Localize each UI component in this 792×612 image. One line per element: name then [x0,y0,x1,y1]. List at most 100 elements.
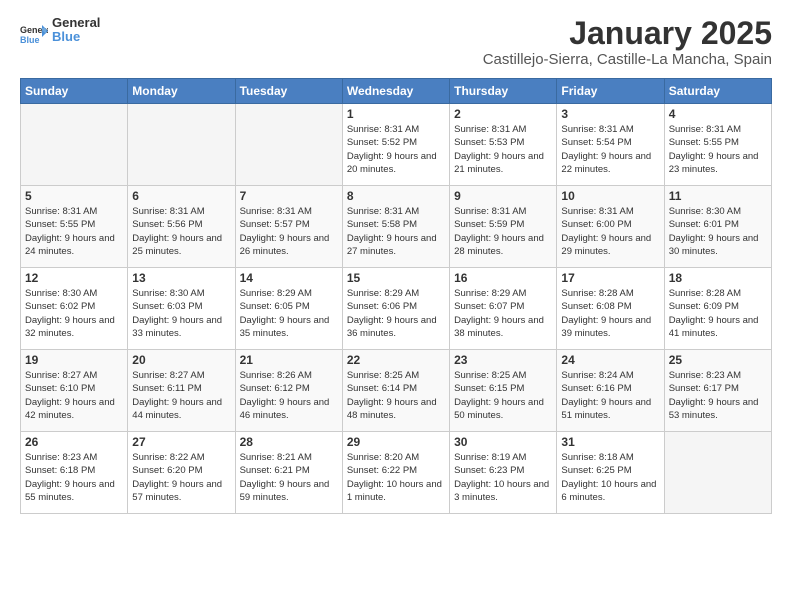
day-number: 19 [25,353,123,367]
table-row [235,104,342,186]
day-number: 23 [454,353,552,367]
day-info: Sunrise: 8:27 AMSunset: 6:11 PMDaylight:… [132,369,230,422]
day-info: Sunrise: 8:30 AMSunset: 6:03 PMDaylight:… [132,287,230,340]
day-number: 1 [347,107,445,121]
table-row: 12 Sunrise: 8:30 AMSunset: 6:02 PMDayligh… [21,268,128,350]
table-row: 30Sunrise: 8:19 AMSunset: 6:23 PMDayligh… [450,432,557,514]
table-row: 20Sunrise: 8:27 AMSunset: 6:11 PMDayligh… [128,350,235,432]
table-row: 19 Sunrise: 8:27 AMSunset: 6:10 PMDayligh… [21,350,128,432]
day-number: 28 [240,435,338,449]
day-number: 11 [669,189,767,203]
table-row: 4Sunrise: 8:31 AMSunset: 5:55 PMDaylight… [664,104,771,186]
day-number: 25 [669,353,767,367]
day-number: 14 [240,271,338,285]
col-tuesday: Tuesday [235,79,342,104]
calendar-week-row: 26 Sunrise: 8:23 AMSunset: 6:18 PMDayligh… [21,432,772,514]
table-row: 31 Sunrise: 8:18 AMSunset: 6:25 PMDayligh… [557,432,664,514]
table-row: 29Sunrise: 8:20 AMSunset: 6:22 PMDayligh… [342,432,449,514]
day-number: 26 [25,435,123,449]
table-row: 17 Sunrise: 8:28 AMSunset: 6:08 PMDayligh… [557,268,664,350]
day-number: 27 [132,435,230,449]
table-row: 14 Sunrise: 8:29 AMSunset: 6:05 PMDayligh… [235,268,342,350]
day-number: 12 [25,271,123,285]
page: General Blue General Blue January 2025 C… [0,0,792,524]
day-number: 10 [561,189,659,203]
day-info: Sunrise: 8:26 AMSunset: 6:12 PMDaylight:… [240,369,338,422]
logo-general-text: General [52,16,100,30]
day-number: 22 [347,353,445,367]
table-row [21,104,128,186]
day-info: Sunrise: 8:20 AMSunset: 6:22 PMDaylight:… [347,451,445,504]
table-row: 26 Sunrise: 8:23 AMSunset: 6:18 PMDayligh… [21,432,128,514]
table-row: 22 Sunrise: 8:25 AMSunset: 6:14 PMDayligh… [342,350,449,432]
col-friday: Friday [557,79,664,104]
day-info: Sunrise: 8:30 AMSunset: 6:02 PMDaylight:… [25,287,123,340]
location-title: Castillejo-Sierra, Castille-La Mancha, S… [483,51,772,68]
day-number: 15 [347,271,445,285]
day-info: Sunrise: 8:18 AMSunset: 6:25 PMDaylight:… [561,451,659,504]
table-row: 13 Sunrise: 8:30 AMSunset: 6:03 PMDayligh… [128,268,235,350]
calendar-week-row: 12 Sunrise: 8:30 AMSunset: 6:02 PMDayligh… [21,268,772,350]
day-number: 16 [454,271,552,285]
day-info: Sunrise: 8:30 AMSunset: 6:01 PMDaylight:… [669,205,767,258]
day-info: Sunrise: 8:31 AMSunset: 5:54 PMDaylight:… [561,123,659,176]
table-row: 28 Sunrise: 8:21 AMSunset: 6:21 PMDayligh… [235,432,342,514]
day-info: Sunrise: 8:31 AMSunset: 5:55 PMDaylight:… [669,123,767,176]
day-info: Sunrise: 8:31 AMSunset: 5:52 PMDaylight:… [347,123,445,176]
table-row: 27 Sunrise: 8:22 AMSunset: 6:20 PMDayligh… [128,432,235,514]
col-monday: Monday [128,79,235,104]
day-info: Sunrise: 8:22 AMSunset: 6:20 PMDaylight:… [132,451,230,504]
table-row: 9 Sunrise: 8:31 AMSunset: 5:59 PMDaylight… [450,186,557,268]
table-row: 24Sunrise: 8:24 AMSunset: 6:16 PMDayligh… [557,350,664,432]
table-row: 8 Sunrise: 8:31 AMSunset: 5:58 PMDaylight… [342,186,449,268]
calendar-week-row: 5 Sunrise: 8:31 AMSunset: 5:55 PMDaylight… [21,186,772,268]
day-info: Sunrise: 8:31 AMSunset: 5:55 PMDaylight:… [25,205,123,258]
calendar-table: Sunday Monday Tuesday Wednesday Thursday… [20,78,772,514]
day-number: 3 [561,107,659,121]
col-wednesday: Wednesday [342,79,449,104]
day-info: Sunrise: 8:23 AMSunset: 6:18 PMDaylight:… [25,451,123,504]
table-row [128,104,235,186]
day-number: 18 [669,271,767,285]
calendar-week-row: 19 Sunrise: 8:27 AMSunset: 6:10 PMDayligh… [21,350,772,432]
day-info: Sunrise: 8:29 AMSunset: 6:05 PMDaylight:… [240,287,338,340]
calendar-week-row: 1 Sunrise: 8:31 AMSunset: 5:52 PMDaylight… [21,104,772,186]
table-row: 21Sunrise: 8:26 AMSunset: 6:12 PMDayligh… [235,350,342,432]
table-row: 25 Sunrise: 8:23 AMSunset: 6:17 PMDayligh… [664,350,771,432]
day-number: 31 [561,435,659,449]
day-info: Sunrise: 8:28 AMSunset: 6:08 PMDaylight:… [561,287,659,340]
day-info: Sunrise: 8:29 AMSunset: 6:07 PMDaylight:… [454,287,552,340]
day-info: Sunrise: 8:31 AMSunset: 5:57 PMDaylight:… [240,205,338,258]
table-row [664,432,771,514]
table-row: 2Sunrise: 8:31 AMSunset: 5:53 PMDaylight… [450,104,557,186]
day-info: Sunrise: 8:31 AMSunset: 5:56 PMDaylight:… [132,205,230,258]
day-info: Sunrise: 8:31 AMSunset: 5:58 PMDaylight:… [347,205,445,258]
day-info: Sunrise: 8:27 AMSunset: 6:10 PMDaylight:… [25,369,123,422]
day-info: Sunrise: 8:25 AMSunset: 6:14 PMDaylight:… [347,369,445,422]
day-info: Sunrise: 8:21 AMSunset: 6:21 PMDaylight:… [240,451,338,504]
table-row: 6 Sunrise: 8:31 AMSunset: 5:56 PMDaylight… [128,186,235,268]
day-info: Sunrise: 8:23 AMSunset: 6:17 PMDaylight:… [669,369,767,422]
day-number: 9 [454,189,552,203]
day-number: 8 [347,189,445,203]
table-row: 5 Sunrise: 8:31 AMSunset: 5:55 PMDaylight… [21,186,128,268]
day-number: 7 [240,189,338,203]
header: General Blue General Blue January 2025 C… [20,16,772,68]
title-block: January 2025 Castillejo-Sierra, Castille… [483,16,772,68]
table-row: 11 Sunrise: 8:30 AMSunset: 6:01 PMDayligh… [664,186,771,268]
day-number: 5 [25,189,123,203]
day-number: 13 [132,271,230,285]
day-number: 6 [132,189,230,203]
svg-text:Blue: Blue [20,35,40,45]
day-info: Sunrise: 8:31 AMSunset: 6:00 PMDaylight:… [561,205,659,258]
table-row: 15 Sunrise: 8:29 AMSunset: 6:06 PMDayligh… [342,268,449,350]
month-title: January 2025 [483,16,772,51]
day-info: Sunrise: 8:29 AMSunset: 6:06 PMDaylight:… [347,287,445,340]
day-info: Sunrise: 8:28 AMSunset: 6:09 PMDaylight:… [669,287,767,340]
logo-blue-text: Blue [52,30,100,44]
day-info: Sunrise: 8:31 AMSunset: 5:59 PMDaylight:… [454,205,552,258]
day-info: Sunrise: 8:19 AMSunset: 6:23 PMDaylight:… [454,451,552,504]
col-saturday: Saturday [664,79,771,104]
table-row: 18 Sunrise: 8:28 AMSunset: 6:09 PMDayligh… [664,268,771,350]
day-number: 17 [561,271,659,285]
